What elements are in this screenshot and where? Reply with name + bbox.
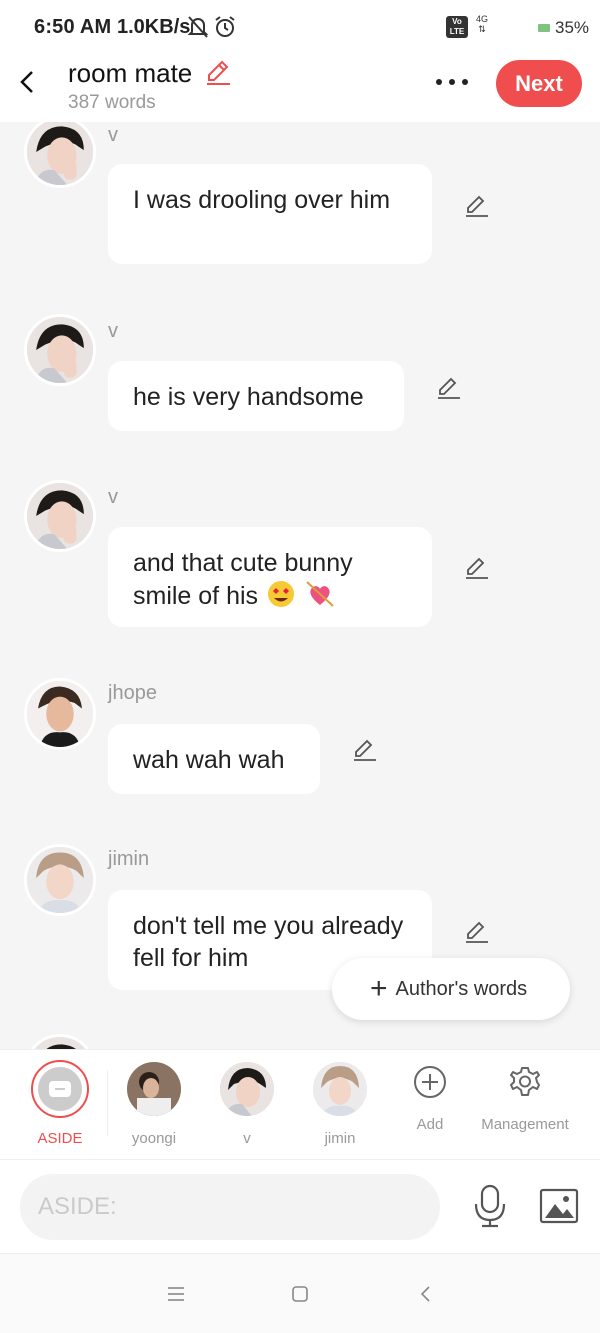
character-label: yoongi — [131, 1130, 177, 1147]
avatar-v-small — [220, 1062, 274, 1116]
status-time: 6:50 AM — [34, 16, 112, 38]
avatar-v[interactable] — [24, 314, 96, 386]
mute-bell-icon — [187, 16, 209, 38]
image-icon[interactable] — [538, 1186, 580, 1226]
management-button[interactable]: Management — [476, 1050, 574, 1160]
alarm-icon — [215, 16, 235, 37]
input-row — [0, 1159, 600, 1253]
sender-name: v — [108, 486, 118, 508]
avatar-yoongi — [127, 1062, 181, 1116]
add-character-button[interactable]: Add — [400, 1050, 460, 1160]
character-jimin[interactable]: jimin — [302, 1050, 378, 1160]
aside-icon — [38, 1067, 82, 1111]
network-indicator: 4G ⇅ — [476, 14, 489, 34]
message-bubble[interactable]: I was drooling over him — [108, 164, 432, 264]
heart-eyes-emoji — [268, 581, 294, 607]
character-bar: ASIDE yoongi v jimin Add Management — [0, 1049, 600, 1159]
character-label: Add — [416, 1116, 444, 1133]
back-arrow-icon[interactable] — [14, 64, 42, 100]
character-label: jimin — [324, 1130, 356, 1147]
avatar-jimin-small — [313, 1062, 367, 1116]
avatar-v[interactable] — [24, 122, 96, 188]
character-label: Management — [481, 1116, 569, 1133]
avatar-jimin[interactable] — [24, 844, 96, 916]
authors-words-button[interactable]: + Author's words — [332, 958, 570, 1020]
avatar-v[interactable] — [24, 480, 96, 552]
app-header: room mate 387 words Next — [0, 56, 600, 122]
edit-message-icon[interactable] — [462, 554, 490, 582]
story-title: room mate — [68, 58, 193, 88]
edit-title-icon[interactable] — [203, 58, 233, 88]
aside-selected-ring — [31, 1060, 89, 1118]
menu-icon[interactable] — [164, 1282, 188, 1306]
edit-message-icon[interactable] — [462, 918, 490, 946]
character-yoongi[interactable]: yoongi — [115, 1050, 193, 1160]
sender-name: jhope — [108, 682, 157, 704]
battery-level: 35% — [555, 18, 590, 37]
character-aside[interactable]: ASIDE — [20, 1050, 100, 1160]
message-bubble[interactable]: and that cute bunny smile of his — [108, 527, 432, 627]
chat-area[interactable]: v I was drooling over him v he is very h… — [0, 122, 600, 1049]
character-label: ASIDE — [37, 1130, 83, 1147]
home-icon[interactable] — [288, 1282, 312, 1306]
character-v[interactable]: v — [210, 1050, 284, 1160]
word-count: 387 words — [68, 92, 156, 113]
status-bar: 6:50 AM 1.0KB/s Vo LTE 4G ⇅ 35% — [0, 0, 600, 56]
microphone-icon[interactable] — [470, 1182, 510, 1230]
back-nav-icon[interactable] — [414, 1282, 438, 1306]
more-options-icon[interactable] — [436, 74, 476, 90]
sender-name: jimin — [108, 848, 150, 870]
next-button[interactable]: Next — [496, 60, 582, 107]
network-type: 4G — [476, 14, 489, 24]
edit-message-icon[interactable] — [350, 736, 378, 764]
sender-name: v — [108, 320, 118, 342]
battery-icon — [538, 24, 550, 32]
add-circle-icon — [414, 1066, 446, 1098]
system-nav-bar — [0, 1253, 600, 1333]
aside-input[interactable] — [20, 1174, 440, 1240]
plus-icon: + — [370, 972, 388, 1005]
status-net-speed: 1.0KB/s — [117, 16, 191, 38]
message-bubble[interactable]: he is very handsome — [108, 361, 404, 431]
edit-message-icon[interactable] — [462, 192, 490, 220]
sender-name: v — [108, 124, 118, 146]
edit-message-icon[interactable] — [434, 374, 462, 402]
gear-icon — [510, 1067, 540, 1096]
volte-icon: Vo LTE — [446, 16, 468, 38]
heart-arrow-emoji — [306, 581, 334, 607]
authors-words-label: Author's words — [395, 977, 528, 1000]
character-label: v — [243, 1130, 251, 1147]
divider — [107, 1070, 108, 1136]
avatar-jhope[interactable] — [24, 678, 96, 750]
avatar-partial — [24, 1034, 96, 1049]
message-bubble[interactable]: wah wah wah — [108, 724, 320, 794]
